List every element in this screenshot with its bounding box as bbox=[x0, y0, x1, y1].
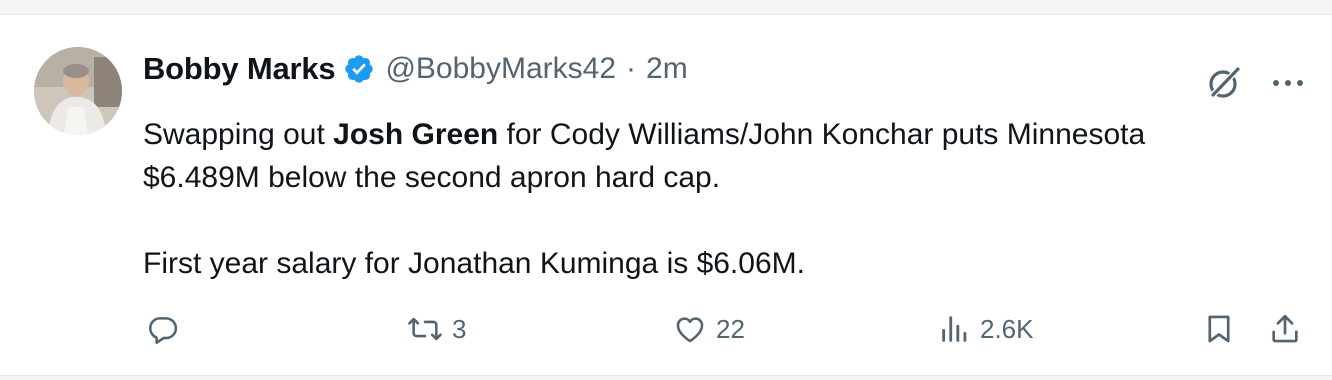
text-segment: Swapping out bbox=[143, 118, 334, 151]
bookmark-button[interactable] bbox=[1202, 307, 1236, 351]
tweet-text-line-3: First year salary for Jonathan Kuminga i… bbox=[143, 247, 805, 280]
tweet-text: Swapping out Josh Green for Cody William… bbox=[143, 113, 1313, 285]
avatar[interactable] bbox=[34, 47, 122, 135]
views-button[interactable]: 2.6K bbox=[938, 307, 1034, 351]
mention-bold: Josh Green bbox=[333, 118, 499, 151]
tweet-header: Bobby Marks @BobbyMarks42 · 2m bbox=[143, 49, 688, 89]
separator-dot: · bbox=[626, 52, 637, 85]
action-bar: 3 22 2.6K bbox=[0, 307, 1332, 351]
heart-icon bbox=[676, 317, 704, 343]
tweet-card[interactable]: Bobby Marks @BobbyMarks42 · 2m Swapping … bbox=[0, 14, 1332, 376]
retweet-icon bbox=[408, 317, 442, 341]
avatar-image bbox=[34, 47, 122, 135]
author-handle[interactable]: @BobbyMarks42 bbox=[385, 52, 616, 86]
verified-badge-icon[interactable] bbox=[343, 53, 375, 85]
share-icon bbox=[1272, 314, 1298, 343]
bookmark-icon bbox=[1208, 315, 1230, 343]
retweet-count: 3 bbox=[452, 313, 467, 344]
tweet-text-line-2: $6.489M below the second apron hard cap. bbox=[143, 161, 721, 194]
retweet-button[interactable]: 3 bbox=[406, 307, 466, 351]
like-count: 22 bbox=[716, 313, 745, 344]
tweet-text-line-1: Swapping out Josh Green for Cody William… bbox=[143, 113, 1313, 156]
grok-icon[interactable] bbox=[1204, 63, 1244, 103]
more-icon[interactable] bbox=[1268, 71, 1308, 95]
share-button[interactable] bbox=[1268, 307, 1302, 351]
reply-button[interactable] bbox=[146, 307, 188, 351]
author-name[interactable]: Bobby Marks bbox=[143, 51, 336, 87]
reply-icon bbox=[148, 317, 178, 345]
timestamp[interactable]: 2m bbox=[646, 52, 688, 86]
like-button[interactable]: 22 bbox=[672, 307, 745, 351]
views-count: 2.6K bbox=[980, 313, 1034, 344]
views-icon bbox=[942, 316, 967, 342]
text-segment: for Cody Williams/John Konchar puts Minn… bbox=[498, 118, 1146, 151]
